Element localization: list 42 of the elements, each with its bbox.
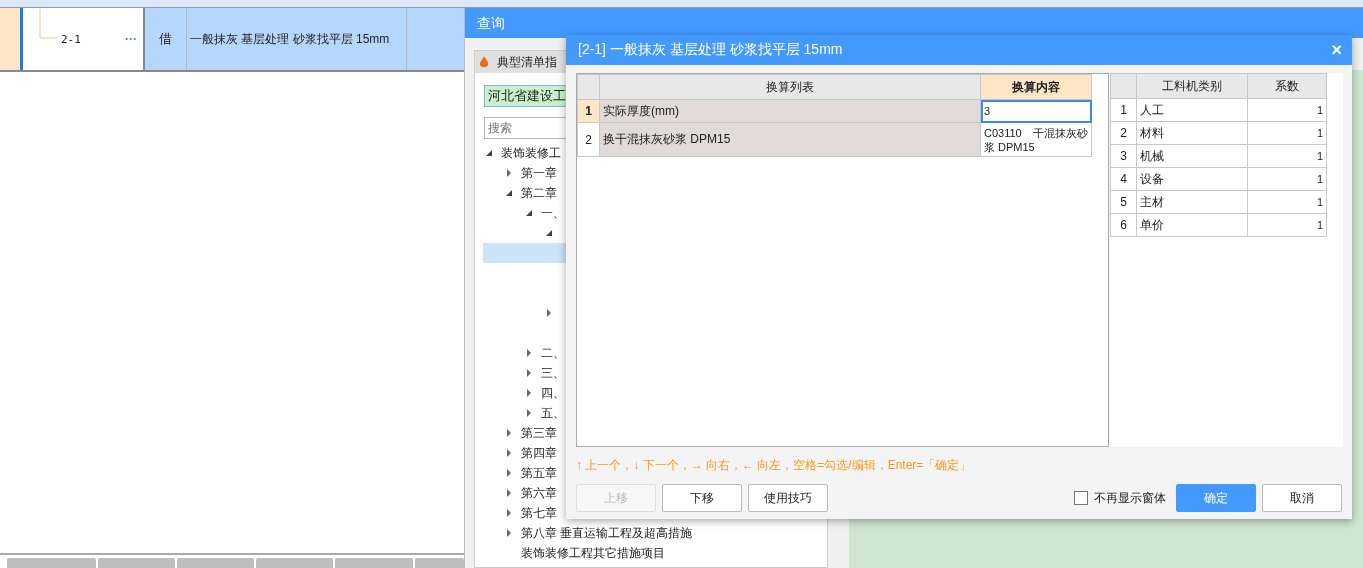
row-number: 4 xyxy=(1110,167,1137,191)
row-number: 1 xyxy=(1110,98,1137,122)
name-cell: 一般抹灰 基层处理 砂浆找平层 15mm xyxy=(187,8,407,70)
tree-label: 一、 xyxy=(541,204,565,222)
table-cell: 机械 xyxy=(1136,144,1248,168)
row-number: 6 xyxy=(1110,213,1137,237)
tree-label: 装饰装修工 xyxy=(501,144,561,162)
panel-title: 典型清单指 xyxy=(497,53,557,71)
column-header: 系数 xyxy=(1247,73,1327,99)
tree-label: 第六章 xyxy=(521,484,557,502)
tree-label: 第七章 xyxy=(521,504,557,522)
row-number: 2 xyxy=(1110,121,1137,145)
table-cell: 实际厚度(mm) xyxy=(599,99,981,123)
tree-label: 装饰装修工程其它措施项目 xyxy=(521,544,665,562)
tree-label: 第二章 xyxy=(521,184,557,202)
column-header: 换算列表 xyxy=(599,74,981,100)
table-cell: 设备 xyxy=(1136,167,1248,191)
dialog-title: [2-1] 一般抹灰 基层处理 砂浆找平层 15mm xyxy=(578,41,843,59)
row-number: 1 xyxy=(577,99,600,123)
tree-label: 第一章 xyxy=(521,164,557,182)
tree-label: 第八章 垂直运输工程及超高措施 xyxy=(521,524,693,542)
tree-label: 二、 xyxy=(541,344,565,362)
shortcut-hint: ↑ 上一个，↓ 下一个，→ 向右，← 向左，空格=勾选/编辑，Enter=「确定」 xyxy=(576,457,973,474)
code-text: 2-1 xyxy=(61,32,81,46)
table-cell: 人工 xyxy=(1136,98,1248,122)
table-cell: 单价 xyxy=(1136,213,1248,237)
table-cell: 换干混抹灰砂浆 DPM15 xyxy=(599,122,981,157)
column-header: 换算内容 xyxy=(980,74,1092,100)
tree-label: 第三章 xyxy=(521,424,557,442)
column-header: 工料机类别 xyxy=(1136,73,1248,99)
tree-label: 第五章 xyxy=(521,464,557,482)
tree-label: 第四章 xyxy=(521,444,557,462)
tree-label: 四、 xyxy=(541,384,565,402)
type-cell: 借 xyxy=(145,8,187,70)
table-cell: 主材 xyxy=(1136,190,1248,214)
row-number: 2 xyxy=(577,122,600,157)
table-cell: 材料 xyxy=(1136,121,1248,145)
row-number: 5 xyxy=(1110,190,1137,214)
row-number: 3 xyxy=(1110,144,1137,168)
tree-label: 五、 xyxy=(541,404,565,422)
window-title: 查询 xyxy=(465,8,1363,38)
tree-label: 三、 xyxy=(541,364,565,382)
